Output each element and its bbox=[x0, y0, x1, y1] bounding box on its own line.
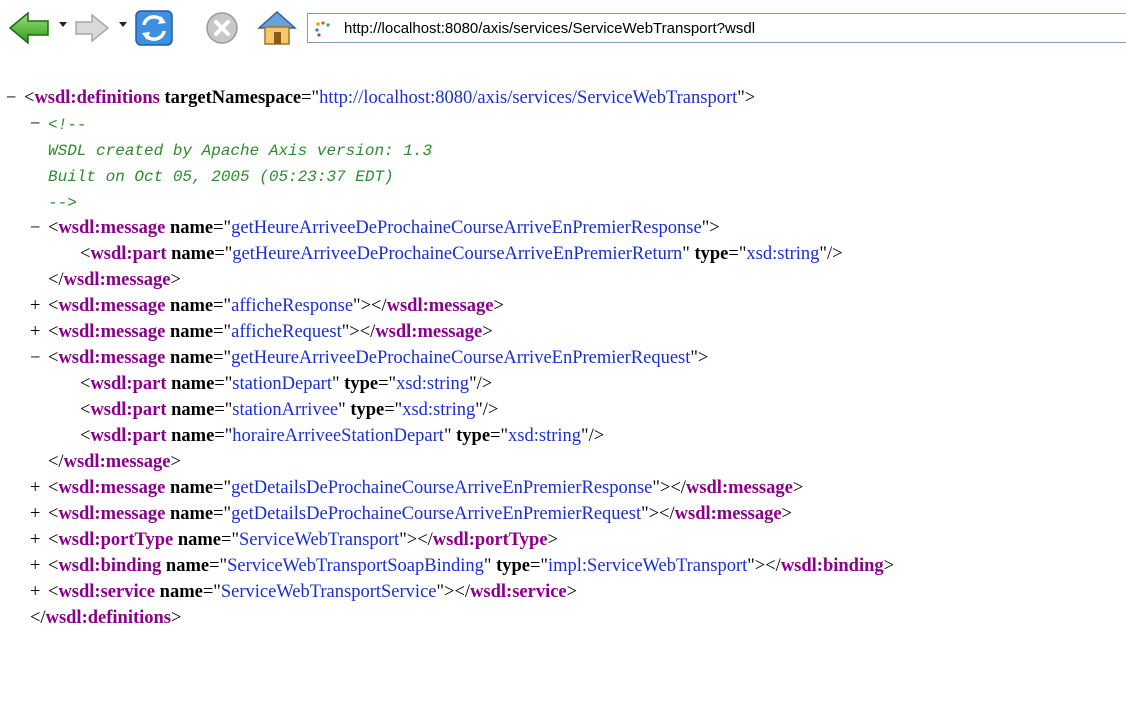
xml-line-definitions-open: − <wsdl:definitions targetNamespace="http… bbox=[6, 85, 755, 111]
browser-toolbar: http://localhost:8080/axis/services/Serv… bbox=[0, 0, 1126, 62]
collapse-toggle[interactable]: − bbox=[30, 215, 48, 241]
back-arrow-icon bbox=[8, 11, 49, 45]
xml-line-message: − <wsdl:message name="getHeureArriveeDePr… bbox=[30, 215, 720, 241]
xml-line-message-collapsed: + <wsdl:message name="afficheResponse"></… bbox=[30, 293, 504, 319]
refresh-button[interactable] bbox=[134, 8, 174, 48]
address-url[interactable]: http://localhost:8080/axis/services/Serv… bbox=[344, 20, 755, 37]
collapse-toggle[interactable]: − bbox=[30, 345, 48, 371]
expand-toggle[interactable]: + bbox=[30, 319, 48, 345]
back-history-dropdown[interactable] bbox=[58, 19, 68, 29]
address-bar[interactable]: http://localhost:8080/axis/services/Serv… bbox=[307, 13, 1126, 43]
xml-comment-line: WSDL created by Apache Axis version: 1.3 bbox=[48, 142, 433, 160]
xml-comment-open: − <!-- bbox=[30, 111, 86, 137]
stop-button[interactable] bbox=[204, 8, 240, 48]
expand-toggle[interactable]: + bbox=[30, 579, 48, 605]
xml-line-binding-collapsed: + <wsdl:binding name="ServiceWebTransport… bbox=[30, 553, 894, 579]
expand-toggle[interactable]: + bbox=[30, 527, 48, 553]
xml-line-part: <wsdl:part name="stationDepart" type="xs… bbox=[80, 374, 493, 394]
expand-toggle[interactable]: + bbox=[30, 501, 48, 527]
xml-line-definitions-close: </wsdl:definitions> bbox=[30, 608, 182, 628]
expand-toggle[interactable]: + bbox=[30, 293, 48, 319]
refresh-icon bbox=[135, 10, 173, 46]
home-icon bbox=[257, 10, 297, 45]
back-button[interactable] bbox=[8, 8, 50, 48]
forward-arrow-icon bbox=[75, 13, 110, 43]
xml-line-message-collapsed: + <wsdl:message name="getDetailsDeProchai… bbox=[30, 501, 792, 527]
xml-line-part: <wsdl:part name="getHeureArriveeDeProcha… bbox=[80, 244, 843, 264]
xml-line-part: <wsdl:part name="horaireArriveeStationDe… bbox=[80, 426, 605, 446]
xml-line-porttype-collapsed: + <wsdl:portType name="ServiceWebTranspor… bbox=[30, 527, 558, 553]
xml-line-part: <wsdl:part name="stationArrivee" type="x… bbox=[80, 400, 499, 420]
xml-line-message-collapsed: + <wsdl:message name="getDetailsDeProchai… bbox=[30, 475, 803, 501]
stop-icon bbox=[206, 12, 238, 44]
page-icon bbox=[315, 21, 330, 37]
xml-line-message-close: </wsdl:message> bbox=[48, 270, 181, 290]
forward-button[interactable] bbox=[74, 8, 110, 48]
forward-history-dropdown[interactable] bbox=[118, 19, 128, 29]
home-button[interactable] bbox=[256, 8, 298, 48]
xml-comment-line: Built on Oct 05, 2005 (05:23:37 EDT) bbox=[48, 168, 394, 186]
expand-toggle[interactable]: + bbox=[30, 475, 48, 501]
xml-line-message: − <wsdl:message name="getHeureArriveeDePr… bbox=[30, 345, 708, 371]
xml-comment-close: --> bbox=[48, 194, 77, 212]
expand-toggle[interactable]: + bbox=[30, 553, 48, 579]
xml-line-message-close: </wsdl:message> bbox=[48, 452, 181, 472]
xml-line-service-collapsed: + <wsdl:service name="ServiceWebTransport… bbox=[30, 579, 577, 605]
xml-document: − <wsdl:definitions targetNamespace="http… bbox=[0, 62, 1126, 715]
xml-line-message-collapsed: + <wsdl:message name="afficheRequest"></w… bbox=[30, 319, 493, 345]
collapse-toggle[interactable]: − bbox=[30, 111, 48, 137]
collapse-toggle[interactable]: − bbox=[6, 85, 24, 111]
